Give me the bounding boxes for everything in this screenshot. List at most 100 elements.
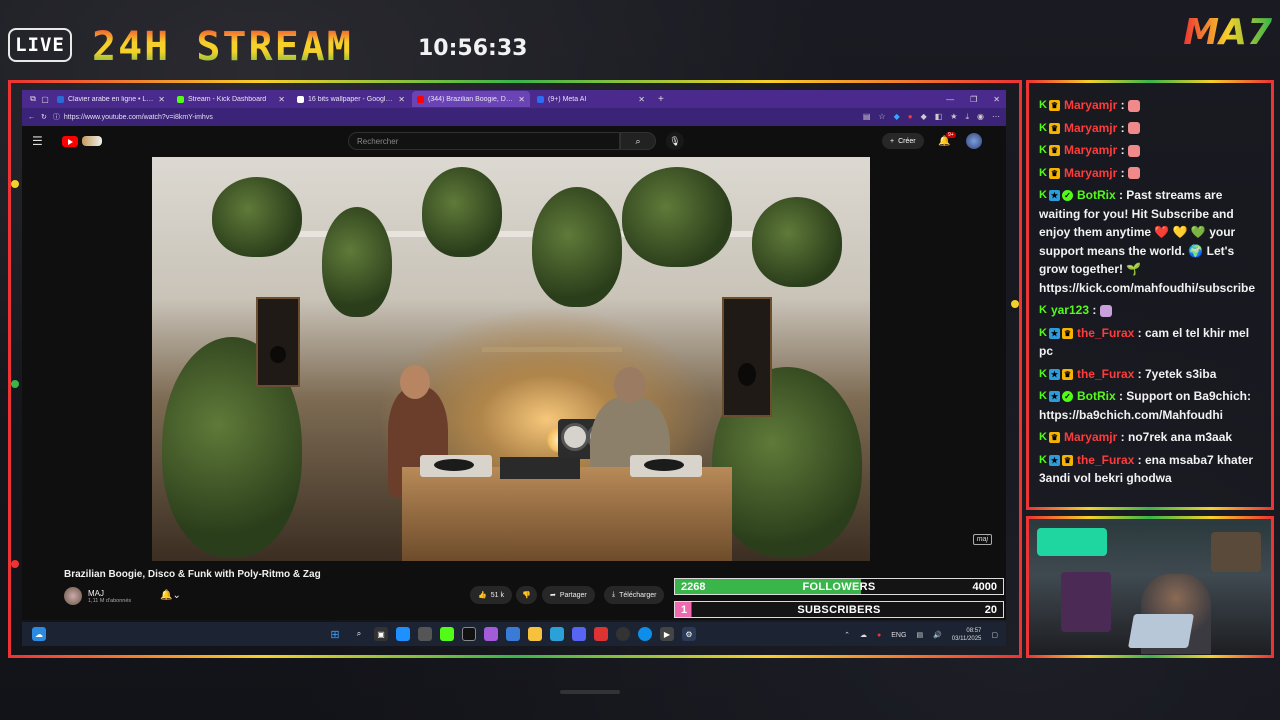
media-player-icon[interactable]: ▶ — [660, 627, 674, 641]
menu-icon[interactable]: ☰ — [32, 134, 52, 148]
notification-center-icon[interactable]: ▢ — [991, 631, 998, 639]
channel-row: MAJ 1,11 M d'abonnés — [64, 587, 131, 605]
taskbar-app-icon[interactable] — [396, 627, 410, 641]
browser-tab[interactable]: Clavier arabe en ligne • Lexilogos✕ — [52, 91, 170, 107]
taskbar-app-icon[interactable] — [550, 627, 564, 641]
scene-plant — [752, 197, 842, 287]
chat-username[interactable]: yar123 — [1051, 303, 1089, 317]
workspaces-icon[interactable]: ▢ — [40, 94, 50, 104]
chat-username[interactable]: Maryamjr — [1064, 98, 1117, 112]
chat-username[interactable]: Maryamjr — [1064, 430, 1117, 444]
more-menu-icon[interactable]: ⋯ — [992, 112, 1000, 122]
chat-username[interactable]: BotRix — [1077, 188, 1116, 202]
extension-icon[interactable]: ◧ — [935, 112, 943, 122]
tab-close-icon[interactable]: ✕ — [638, 95, 645, 104]
taskbar-search-icon[interactable]: ⌕ — [352, 627, 366, 641]
chat-emote-icon — [1099, 304, 1112, 317]
chat-username[interactable]: Maryamjr — [1064, 121, 1117, 135]
extensions-bar: ▤ ☆ ◆ ● ◆ ◧ ★ ⤓ ◉ ⋯ — [863, 112, 1000, 122]
tray-app-icon[interactable]: ● — [877, 632, 881, 639]
extension-icon[interactable]: ● — [908, 112, 913, 122]
downloads-icon[interactable]: ⤓ — [965, 112, 969, 122]
channel-watermark[interactable]: maj — [972, 534, 992, 545]
settings-icon[interactable]: ⚙ — [682, 627, 696, 641]
favorite-star-icon[interactable]: ☆ — [878, 112, 885, 122]
tab-actions-icon[interactable]: ⧉ — [28, 94, 38, 104]
chat-username[interactable]: the_Furax — [1077, 326, 1134, 340]
like-button[interactable]: 👍 51 k — [470, 586, 512, 604]
tray-chevron-icon[interactable]: ⌃ — [844, 631, 850, 639]
chat-username[interactable]: Maryamjr — [1064, 166, 1117, 180]
obs-app-icon[interactable] — [462, 627, 476, 641]
extension-icon[interactable]: ◆ — [921, 112, 927, 122]
scene-plant — [422, 167, 502, 257]
like-count: 51 k — [490, 591, 504, 599]
youtube-header: ☰ Rechercher ⌕ 🎙 + Créer 🔔 9+ — [22, 126, 1006, 156]
edge-browser-icon[interactable] — [638, 627, 652, 641]
taskbar-app-icon[interactable] — [616, 627, 630, 641]
reload-icon[interactable]: ↻ — [41, 113, 47, 121]
search-input[interactable]: Rechercher — [348, 132, 620, 150]
new-tab-icon[interactable]: + — [652, 94, 670, 105]
account-avatar[interactable] — [966, 133, 982, 149]
badge-mod-icon: ♛ — [1061, 327, 1073, 339]
taskbar-app-icon[interactable] — [484, 627, 498, 641]
language-indicator[interactable]: ENG — [891, 632, 906, 639]
chat-username[interactable]: the_Furax — [1077, 367, 1134, 381]
read-mode-icon[interactable]: ▤ — [863, 112, 871, 122]
taskbar-app-icon[interactable] — [506, 627, 520, 641]
subscribers-goal-bar: 1 SUBSCRIBERS 20 — [674, 601, 1004, 618]
site-info-icon[interactable]: ⓘ — [53, 112, 60, 122]
volume-icon[interactable]: 🔊 — [933, 631, 942, 639]
youtube-logo-icon[interactable] — [62, 135, 78, 147]
kick-app-icon[interactable] — [440, 627, 454, 641]
browser-tab[interactable]: 16 bits wallpaper - Google Search ✕ — [292, 91, 410, 107]
notification-count-badge: 9+ — [946, 132, 956, 138]
extension-icon[interactable]: ◆ — [894, 112, 900, 122]
back-icon[interactable]: ← — [28, 114, 35, 121]
chat-username[interactable]: the_Furax — [1077, 453, 1134, 467]
taskbar-app-icon[interactable] — [418, 627, 432, 641]
thumbs-down-icon: 👎 — [522, 592, 531, 599]
tab-close-icon[interactable]: ✕ — [278, 95, 285, 104]
file-explorer-icon[interactable] — [528, 627, 542, 641]
subscribe-bell-icon[interactable]: 🔔⌄ — [160, 590, 181, 601]
tab-close-icon[interactable]: ✕ — [398, 95, 405, 104]
url-field[interactable]: ⓘ https://www.youtube.com/watch?v=i8kmY-… — [53, 111, 857, 123]
channel-avatar[interactable] — [64, 587, 82, 605]
taskbar-app-icon[interactable] — [594, 627, 608, 641]
download-button[interactable]: ⤓ Télécharger — [604, 586, 665, 604]
search-button[interactable]: ⌕ — [620, 132, 656, 150]
badge-k-icon: K — [1039, 121, 1047, 134]
start-menu-icon[interactable]: ⊞ — [328, 627, 342, 641]
scene-turntable — [630, 455, 702, 477]
youtube-doodle[interactable] — [82, 136, 102, 146]
chat-username[interactable]: Maryamjr — [1064, 143, 1117, 157]
tray-app-icon[interactable]: ☁ — [860, 631, 867, 639]
browser-tab[interactable]: (9+) Meta AI ✕ — [532, 91, 650, 107]
chat-username[interactable]: BotRix — [1077, 389, 1116, 403]
browser-tab[interactable]: (344) Brazilian Boogie, Disco ✕ — [412, 91, 530, 107]
share-button[interactable]: ➦ Partager — [542, 586, 595, 604]
close-window-icon[interactable]: ✕ — [993, 95, 1000, 104]
video-player[interactable] — [152, 157, 870, 561]
task-view-icon[interactable]: ▣ — [374, 627, 388, 641]
network-icon[interactable]: ▤ — [916, 631, 923, 639]
tab-favicon-icon — [537, 95, 544, 103]
tab-close-icon[interactable]: ✕ — [518, 95, 525, 104]
window-controls: — ❐ ✕ — [946, 95, 1006, 104]
minimize-icon[interactable]: — — [946, 95, 954, 104]
channel-name[interactable]: MAJ — [88, 589, 131, 598]
discord-icon[interactable] — [572, 627, 586, 641]
clock-area[interactable]: 08:57 03/11/2025 — [952, 627, 982, 643]
tab-close-icon[interactable]: ✕ — [158, 95, 165, 104]
profile-icon[interactable]: ◉ — [977, 112, 984, 122]
voice-search-icon[interactable]: 🎙 — [666, 132, 684, 150]
favorites-icon[interactable]: ★ — [950, 112, 957, 122]
maximize-icon[interactable]: ❐ — [970, 95, 977, 104]
browser-tab[interactable]: Stream - Kick Dashboard ✕ — [172, 91, 290, 107]
weather-widget-icon[interactable]: ☁ — [32, 627, 46, 641]
scene-mixer — [500, 457, 580, 479]
dislike-button[interactable]: 👎 — [516, 586, 537, 604]
create-button[interactable]: + Créer — [882, 133, 924, 149]
